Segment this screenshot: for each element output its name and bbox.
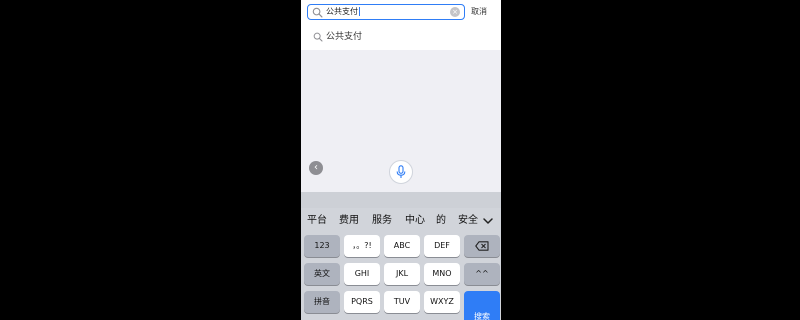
search-icon xyxy=(312,7,323,18)
search-icon xyxy=(313,32,323,42)
candidate-bar: 平台 费用 服务 中心 的 安全 xyxy=(301,212,501,230)
search-key[interactable]: 搜索 xyxy=(464,291,500,320)
key-emoticon[interactable]: ^^ xyxy=(464,263,500,285)
key-jkl[interactable]: JKL xyxy=(384,263,420,285)
candidate-word[interactable]: 服务 xyxy=(372,212,392,230)
microphone-icon xyxy=(396,165,406,178)
candidate-word[interactable]: 平台 xyxy=(307,212,327,230)
key-delete[interactable] xyxy=(464,235,500,257)
key-english-mode[interactable]: 英文 xyxy=(304,263,340,285)
key-ghi[interactable]: GHI xyxy=(344,263,380,285)
clear-icon[interactable]: × xyxy=(450,7,460,17)
cancel-button[interactable]: 取消 xyxy=(471,3,487,21)
candidate-word[interactable]: 中心 xyxy=(405,212,425,230)
key-def[interactable]: DEF xyxy=(424,235,460,257)
key-pqrs[interactable]: PQRS xyxy=(344,291,380,313)
key-pinyin-mode[interactable]: 拼音 xyxy=(304,291,340,313)
candidate-word[interactable]: 安全 xyxy=(458,212,478,230)
voice-input-button[interactable] xyxy=(389,160,413,184)
phone-screen: 公共支付 × 取消 公共支付 ‹ 平台 费用 服务 中心 的 安全 123 ，。… xyxy=(301,0,501,320)
search-header: 公共支付 × 取消 公共支付 xyxy=(301,0,501,50)
key-wxyz[interactable]: WXYZ xyxy=(424,291,460,313)
key-mno[interactable]: MNO xyxy=(424,263,460,285)
key-punctuation[interactable]: ，。?! xyxy=(344,235,380,257)
suggestion-item[interactable]: 公共支付 xyxy=(313,28,362,46)
candidate-word[interactable]: 的 xyxy=(436,212,446,230)
key-abc[interactable]: ABC xyxy=(384,235,420,257)
back-icon[interactable]: ‹ xyxy=(309,161,323,175)
keyboard: 平台 费用 服务 中心 的 安全 123 ，。?! ABC DEF 英文 GHI… xyxy=(301,192,501,320)
search-input-value: 公共支付 xyxy=(326,7,360,16)
candidate-word[interactable]: 费用 xyxy=(339,212,359,230)
keyboard-toolbar xyxy=(301,192,501,208)
text-caret xyxy=(359,7,360,16)
key-tuv[interactable]: TUV xyxy=(384,291,420,313)
search-input[interactable]: 公共支付 × xyxy=(307,4,465,20)
key-numeric-mode[interactable]: 123 xyxy=(304,235,340,257)
delete-icon xyxy=(475,240,489,251)
chevron-down-icon[interactable] xyxy=(482,216,494,226)
suggestion-label: 公共支付 xyxy=(326,32,363,42)
